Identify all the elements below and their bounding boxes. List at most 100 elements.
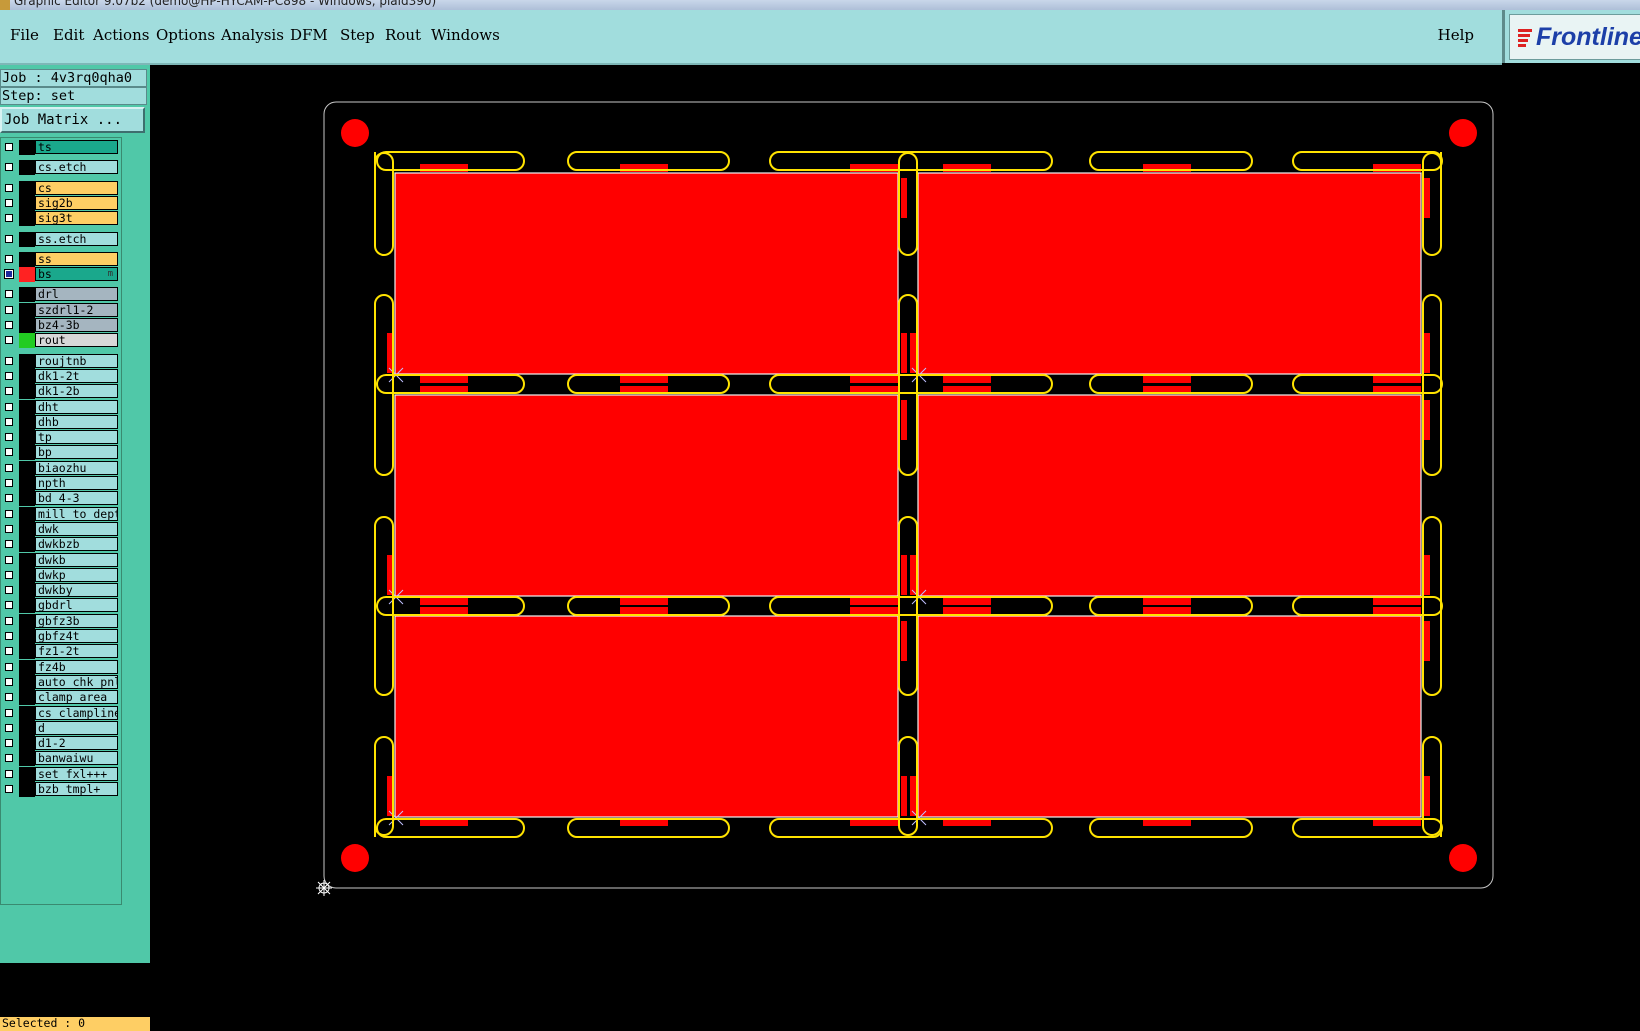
layer-row-dhb[interactable]: dhb	[1, 414, 121, 430]
layer-name[interactable]: banwaiwu	[35, 751, 118, 766]
layer-name[interactable]: dht	[35, 399, 118, 414]
layer-color-swatch[interactable]	[19, 140, 35, 155]
layer-name[interactable]: szdrl1-2	[35, 302, 118, 317]
layer-name[interactable]: d	[35, 720, 118, 735]
layer-checkbox[interactable]	[5, 647, 13, 656]
layer-color-swatch[interactable]	[19, 705, 35, 721]
graphic-canvas[interactable]	[150, 65, 1640, 963]
layer-color-swatch[interactable]	[19, 598, 35, 614]
layer-name[interactable]: cs	[35, 180, 118, 195]
layer-color-swatch[interactable]	[19, 644, 35, 660]
layer-color-swatch[interactable]	[19, 766, 35, 782]
layer-row-bs[interactable]: bs m	[1, 267, 121, 283]
layer-name[interactable]: dwkby	[35, 583, 118, 598]
menu-options[interactable]: Options	[156, 26, 215, 44]
layer-color-swatch[interactable]	[19, 302, 35, 318]
layer-name[interactable]: npth	[35, 476, 118, 490]
layer-name[interactable]: mill_to_depth	[35, 506, 118, 521]
layer-color-swatch[interactable]	[19, 445, 35, 461]
layer-checkbox[interactable]	[5, 290, 13, 299]
layer-row-gbdrl[interactable]: gbdrl	[1, 598, 121, 614]
layer-row-sig3t[interactable]: sig3t	[1, 211, 121, 227]
layer-color-swatch[interactable]	[19, 782, 35, 797]
layer-checkbox[interactable]	[5, 371, 13, 380]
layer-row-drl[interactable]: drl	[1, 287, 121, 303]
layer-color-swatch[interactable]	[19, 552, 35, 568]
layer-color-swatch[interactable]	[19, 659, 35, 675]
layer-name[interactable]: dwkp	[35, 567, 118, 582]
layer-checkbox[interactable]	[5, 632, 13, 640]
layer-name[interactable]: auto_chk_pnl	[35, 674, 118, 689]
layer-color-swatch[interactable]	[19, 430, 35, 446]
layer-checkbox[interactable]	[5, 336, 13, 345]
layer-color-swatch[interactable]	[19, 180, 35, 196]
layer-color-swatch[interactable]	[19, 318, 35, 333]
layer-row-fz4b[interactable]: fz4b	[1, 659, 121, 675]
layer-checkbox[interactable]	[5, 601, 13, 610]
layer-name[interactable]: dhb	[35, 414, 118, 429]
layer-color-swatch[interactable]	[19, 399, 35, 415]
layer-name[interactable]: dwk	[35, 521, 118, 536]
layer-name[interactable]: gbdrl	[35, 598, 118, 613]
layer-checkbox[interactable]	[4, 269, 14, 280]
layer-checkbox[interactable]	[5, 616, 13, 625]
layer-row-cs.etch[interactable]: cs.etch	[1, 160, 121, 176]
layer-row-ss[interactable]: ss	[1, 251, 121, 267]
layer-checkbox[interactable]	[5, 234, 13, 243]
layer-row-cs_clampline[interactable]: cs_clampline	[1, 705, 121, 721]
layer-row-bp[interactable]: bp	[1, 445, 121, 461]
layer-checkbox[interactable]	[5, 509, 13, 518]
layer-color-swatch[interactable]	[19, 629, 35, 644]
layer-name[interactable]: tp	[35, 430, 118, 445]
layer-checkbox[interactable]	[5, 163, 13, 172]
layer-checkbox[interactable]	[5, 723, 13, 732]
layer-row-npth[interactable]: npth	[1, 476, 121, 491]
layer-checkbox[interactable]	[5, 198, 13, 207]
layer-row-rout[interactable]: rout	[1, 333, 121, 349]
layer-row-gbfz4t[interactable]: gbfz4t	[1, 629, 121, 644]
layer-name[interactable]: bp	[35, 445, 118, 460]
menu-analysis[interactable]: Analysis	[221, 26, 284, 44]
layer-checkbox[interactable]	[5, 739, 13, 748]
layer-name[interactable]: drl	[35, 287, 118, 302]
layer-color-swatch[interactable]	[19, 287, 35, 303]
layer-checkbox[interactable]	[5, 254, 13, 263]
layer-row-auto_chk_pnl[interactable]: auto_chk_pnl	[1, 674, 121, 690]
layer-color-swatch[interactable]	[19, 460, 35, 476]
layer-checkbox[interactable]	[5, 662, 13, 671]
layer-name[interactable]: sig3t	[35, 211, 118, 226]
layer-checkbox[interactable]	[5, 402, 13, 411]
layer-row-sig2b[interactable]: sig2b	[1, 195, 121, 211]
layer-checkbox[interactable]	[5, 433, 13, 442]
layer-row-d[interactable]: d	[1, 720, 121, 736]
layer-name[interactable]: ss.etch	[35, 231, 118, 246]
layer-checkbox[interactable]	[5, 305, 13, 314]
layer-row-bzb_tmpl+[interactable]: bzb_tmpl+	[1, 782, 121, 797]
layer-name[interactable]: fz4b	[35, 659, 118, 674]
layer-name[interactable]: dwkb	[35, 552, 118, 567]
menu-actions[interactable]: Actions	[93, 26, 149, 44]
layer-row-clamp_area[interactable]: clamp_area	[1, 690, 121, 706]
layer-checkbox[interactable]	[5, 693, 13, 702]
layer-row-biaozhu[interactable]: biaozhu	[1, 460, 121, 476]
layer-row-dwkb[interactable]: dwkb	[1, 552, 121, 568]
layer-checkbox[interactable]	[5, 463, 13, 472]
menu-edit[interactable]: Edit	[53, 26, 84, 44]
layer-row-dht[interactable]: dht	[1, 399, 121, 415]
layer-color-swatch[interactable]	[19, 211, 35, 227]
menu-windows[interactable]: Windows	[431, 26, 500, 44]
layer-name[interactable]: bz4-3b	[35, 318, 118, 332]
layer-color-swatch[interactable]	[19, 583, 35, 599]
layer-color-swatch[interactable]	[19, 231, 35, 247]
layer-name[interactable]: ss	[35, 251, 118, 266]
layer-row-dk1-2t[interactable]: dk1-2t	[1, 368, 121, 384]
layer-row-tp[interactable]: tp	[1, 430, 121, 446]
layer-color-swatch[interactable]	[19, 267, 35, 283]
layer-color-swatch[interactable]	[19, 506, 35, 522]
layer-color-swatch[interactable]	[19, 384, 35, 400]
layer-name[interactable]: d1-2	[35, 736, 118, 751]
layer-name[interactable]: cs.etch	[35, 160, 118, 175]
layer-checkbox[interactable]	[5, 708, 13, 717]
layer-color-swatch[interactable]	[19, 537, 35, 553]
layer-color-swatch[interactable]	[19, 690, 35, 706]
